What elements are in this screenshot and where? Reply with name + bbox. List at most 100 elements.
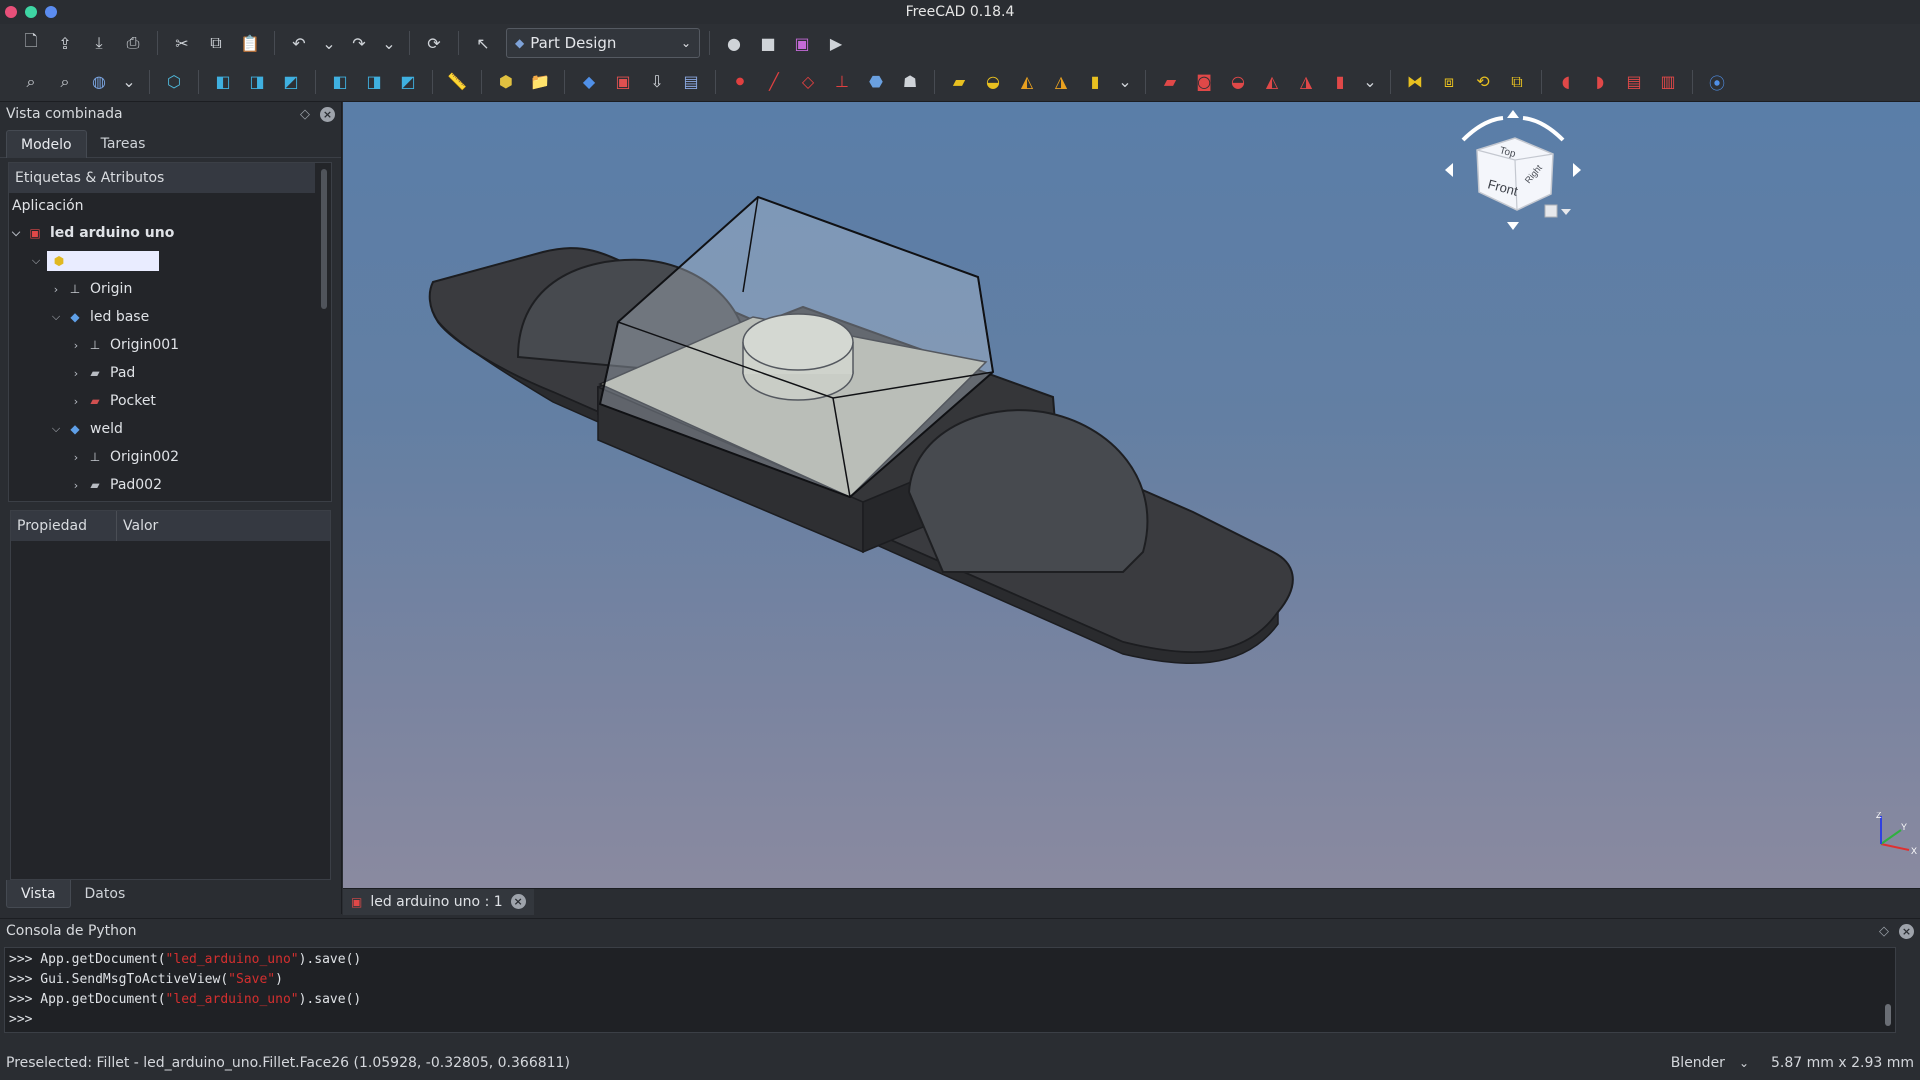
chevron-down-icon[interactable]: ⌵ — [49, 310, 63, 324]
tree-item-weld[interactable]: ⌵ ◆ weld — [9, 415, 331, 443]
macro-stop-icon[interactable]: ■ — [753, 28, 783, 58]
copy-icon[interactable]: ⧉ — [201, 28, 231, 58]
tree-item-led-base[interactable]: ⌵ ◆ led base — [9, 303, 331, 331]
window-close-button[interactable] — [5, 6, 17, 18]
open-document-icon[interactable]: ⇪ — [50, 28, 80, 58]
undo-icon[interactable]: ↶ — [284, 28, 314, 58]
cut-icon[interactable]: ✂ — [167, 28, 197, 58]
draw-style-icon[interactable]: ◍ — [84, 67, 114, 97]
fit-selection-icon[interactable]: ⌕ — [50, 67, 80, 97]
isometric-view-icon[interactable]: ⬡ — [159, 67, 189, 97]
datum-plane-icon[interactable]: ◇ — [793, 67, 823, 97]
document-tab[interactable]: ▣ led arduino uno : 1 × — [343, 888, 534, 915]
sub-shape-binder-icon[interactable]: ⬣ — [861, 67, 891, 97]
pocket-icon[interactable]: ▰ — [1155, 67, 1185, 97]
tree-item-led-arduino-uno[interactable]: ⌵ ▣ led arduino uno — [9, 219, 331, 247]
multi-transform-icon[interactable]: ⧉ — [1502, 67, 1532, 97]
navigation-style-selector[interactable]: Blender ⌄ — [1671, 1055, 1749, 1071]
python-console-output[interactable]: >>> App.getDocument("led_arduino_uno").s… — [4, 947, 1896, 1033]
close-panel-icon[interactable]: × — [1899, 923, 1914, 939]
thickness-icon[interactable]: ▥ — [1653, 67, 1683, 97]
groove-icon[interactable]: ◒ — [1223, 67, 1253, 97]
chevron-right-icon[interactable]: › — [69, 395, 83, 408]
tree-item-part[interactable]: ⌵ ⬢ Part — [9, 247, 331, 275]
create-sketch-icon[interactable]: ▣ — [608, 67, 638, 97]
chevron-right-icon[interactable]: › — [69, 451, 83, 464]
subtractive-pipe-icon[interactable]: ◮ — [1291, 67, 1321, 97]
tab-vista[interactable]: Vista — [6, 880, 71, 908]
linear-pattern-icon[interactable]: ⧈ — [1434, 67, 1464, 97]
pad-icon[interactable]: ▰ — [944, 67, 974, 97]
subtractive-primitive-icon[interactable]: ▮ — [1325, 67, 1355, 97]
create-part-icon[interactable]: ⬢ — [491, 67, 521, 97]
close-tab-icon[interactable]: × — [510, 894, 526, 909]
float-panel-icon[interactable]: ◇ — [300, 107, 310, 122]
macro-edit-icon[interactable]: ▣ — [787, 28, 817, 58]
chevron-right-icon[interactable]: › — [69, 367, 83, 380]
rear-view-icon[interactable]: ◧ — [325, 67, 355, 97]
property-column-value[interactable]: Valor — [117, 511, 330, 541]
tree-item-pad[interactable]: › ▰ Pad — [9, 359, 331, 387]
navigation-cube[interactable]: Top Front Right — [1443, 110, 1583, 230]
redo-icon[interactable]: ↷ — [344, 28, 374, 58]
chevron-down-icon[interactable]: ⌵ — [29, 254, 43, 268]
subtractive-loft-icon[interactable]: ◭ — [1257, 67, 1287, 97]
right-view-icon[interactable]: ◩ — [276, 67, 306, 97]
chevron-right-icon[interactable]: › — [69, 479, 83, 492]
paste-icon[interactable]: 📋 — [235, 28, 265, 58]
datum-point-icon[interactable]: ● — [725, 67, 755, 97]
chevron-right-icon[interactable]: › — [69, 339, 83, 352]
bottom-view-icon[interactable]: ◨ — [359, 67, 389, 97]
draft-icon[interactable]: ▤ — [1619, 67, 1649, 97]
validate-sketch-icon[interactable]: ⇩ — [642, 67, 672, 97]
revolution-icon[interactable]: ◒ — [978, 67, 1008, 97]
tab-tareas[interactable]: Tareas — [87, 130, 160, 158]
top-view-icon[interactable]: ◨ — [242, 67, 272, 97]
window-maximize-button[interactable] — [45, 6, 57, 18]
chevron-right-icon[interactable]: › — [49, 283, 63, 296]
chevron-down-icon[interactable]: ⌵ — [49, 422, 63, 436]
subtractive-primitive-dropdown-icon[interactable]: ⌄ — [1359, 67, 1381, 97]
additive-primitive-icon[interactable]: ▮ — [1080, 67, 1110, 97]
additive-primitive-dropdown-icon[interactable]: ⌄ — [1114, 67, 1136, 97]
create-group-icon[interactable]: 📁 — [525, 67, 555, 97]
macro-run-icon[interactable]: ▶ — [821, 28, 851, 58]
whats-this-icon[interactable]: ↖ — [468, 28, 498, 58]
tree-item-pocket[interactable]: › ▰ Pocket — [9, 387, 331, 415]
fit-all-icon[interactable]: ⌕ — [16, 67, 46, 97]
console-scrollbar[interactable] — [1885, 1004, 1891, 1026]
print-icon[interactable]: ⎙ — [118, 28, 148, 58]
tab-datos[interactable]: Datos — [71, 880, 140, 908]
fillet-icon[interactable]: ◖ — [1551, 67, 1581, 97]
tab-modelo[interactable]: Modelo — [6, 130, 87, 158]
polar-pattern-icon[interactable]: ⟲ — [1468, 67, 1498, 97]
undo-dropdown-icon[interactable]: ⌄ — [318, 28, 340, 58]
console-prompt[interactable]: >>> — [9, 1010, 1891, 1030]
tree-item-origin001[interactable]: › ⊥ Origin001 — [9, 331, 331, 359]
datum-line-icon[interactable]: ╱ — [759, 67, 789, 97]
create-body-icon[interactable]: ◆ — [574, 67, 604, 97]
clone-icon[interactable]: ☗ — [895, 67, 925, 97]
additive-pipe-icon[interactable]: ◮ — [1046, 67, 1076, 97]
measure-distance-icon[interactable]: 📏 — [442, 67, 472, 97]
new-document-icon[interactable]: 🗋 — [16, 28, 46, 58]
mirrored-icon[interactable]: ⧓ — [1400, 67, 1430, 97]
front-view-icon[interactable]: ◧ — [208, 67, 238, 97]
tree-scrollbar[interactable] — [321, 169, 327, 309]
tree-item-origin[interactable]: › ⊥ Origin — [9, 275, 331, 303]
local-coordinate-system-icon[interactable]: ⊥ — [827, 67, 857, 97]
workbench-selector[interactable]: ◆ Part Design ⌄ — [506, 28, 700, 58]
tree-item-origin002[interactable]: › ⊥ Origin002 — [9, 443, 331, 471]
left-view-icon[interactable]: ◩ — [393, 67, 423, 97]
float-panel-icon[interactable]: ◇ — [1879, 924, 1889, 939]
hole-icon[interactable]: ◙ — [1189, 67, 1219, 97]
property-column-name[interactable]: Propiedad — [11, 511, 117, 541]
shape-binder-icon[interactable]: ▤ — [676, 67, 706, 97]
close-panel-icon[interactable]: × — [320, 106, 335, 122]
draw-style-dropdown-icon[interactable]: ⌄ — [118, 67, 140, 97]
tree-item-pad002[interactable]: › ▰ Pad002 — [9, 471, 331, 499]
macro-record-icon[interactable]: ● — [719, 28, 749, 58]
chamfer-icon[interactable]: ◗ — [1585, 67, 1615, 97]
window-minimize-button[interactable] — [25, 6, 37, 18]
boolean-icon[interactable]: ⦿ — [1702, 67, 1732, 97]
